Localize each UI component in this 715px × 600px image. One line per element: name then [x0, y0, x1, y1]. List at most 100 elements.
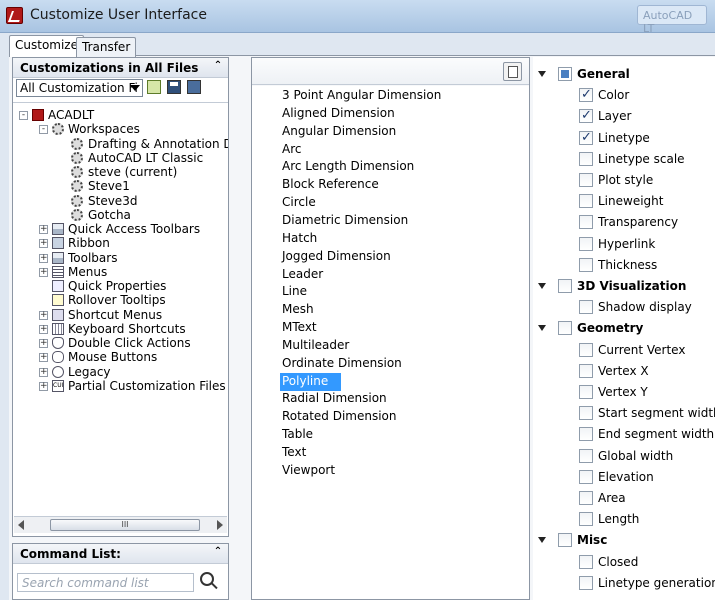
tree-node[interactable]: + Shortcut Menus [13, 308, 228, 322]
object-type-item[interactable]: Text [280, 444, 308, 462]
object-type-item[interactable]: Circle [280, 194, 318, 212]
property-item[interactable]: Plot style [533, 170, 715, 191]
expand-node-icon[interactable]: + [39, 353, 48, 363]
property-group[interactable]: General [533, 64, 715, 85]
tree-node[interactable]: Gotcha [13, 208, 228, 222]
object-type-item[interactable]: Hatch [280, 230, 319, 248]
object-type-item[interactable]: Mesh [280, 301, 316, 319]
collapse-arrow-icon[interactable] [538, 325, 546, 332]
collapse-arrow-icon[interactable] [538, 537, 546, 544]
property-group[interactable]: Misc [533, 530, 715, 551]
tree-node[interactable]: + Double Click Actions [13, 336, 228, 350]
tree-node[interactable]: + Quick Access Toolbars [13, 222, 228, 236]
property-checkbox[interactable] [579, 106, 593, 126]
group-checkbox[interactable] [558, 279, 572, 293]
search-command-input[interactable]: Search command list [17, 573, 194, 592]
property-checkbox[interactable] [579, 406, 593, 421]
tree-node[interactable]: Steve3d [13, 194, 228, 208]
property-checkbox[interactable] [579, 469, 593, 484]
property-item[interactable]: Thickness [533, 255, 715, 276]
tab-customize[interactable]: Customize [9, 35, 84, 57]
edit-object-types-icon[interactable] [503, 62, 522, 81]
object-type-item[interactable]: Diametric Dimension [280, 212, 410, 230]
property-checkbox[interactable] [579, 427, 593, 442]
expand-node-icon[interactable]: + [39, 253, 48, 263]
object-type-item[interactable]: Block Reference [280, 176, 381, 194]
tab-transfer[interactable]: Transfer [76, 37, 137, 57]
tree-node[interactable]: + Toolbars [13, 251, 228, 265]
property-checkbox[interactable] [579, 236, 593, 251]
object-type-item[interactable]: Arc Length Dimension [280, 158, 416, 176]
object-type-item[interactable]: Line [280, 283, 309, 301]
expand-node-icon[interactable]: + [39, 339, 48, 348]
property-checkbox[interactable] [579, 342, 593, 357]
save-icon[interactable] [167, 80, 181, 94]
collapse-arrow-icon[interactable] [538, 71, 546, 77]
tree-node[interactable]: Steve1 [13, 179, 228, 193]
property-item[interactable]: Area [533, 488, 715, 509]
object-type-item[interactable]: Aligned Dimension [280, 105, 397, 123]
property-checkbox[interactable] [579, 128, 593, 148]
property-item[interactable]: Hyperlink [533, 234, 715, 255]
object-type-item[interactable]: Rotated Dimension [280, 408, 399, 426]
tree-node[interactable]: + Ribbon [13, 236, 228, 250]
tree-node[interactable]: Drafting & Annotation Defa [13, 137, 228, 151]
open-file-icon[interactable] [147, 80, 161, 94]
expand-node-icon[interactable]: + [39, 367, 48, 377]
object-type-item[interactable]: Multileader [280, 337, 351, 355]
property-item[interactable]: Color [533, 85, 715, 106]
property-item[interactable]: Layer [533, 106, 715, 127]
tree-node[interactable]: - Workspaces [13, 122, 228, 136]
group-checkbox[interactable] [558, 67, 572, 81]
group-checkbox[interactable] [558, 533, 572, 548]
tree-node[interactable]: + Keyboard Shortcuts [13, 322, 228, 336]
object-type-item[interactable]: Radial Dimension [280, 390, 389, 408]
property-item[interactable]: Elevation [533, 467, 715, 488]
collapse-chevron-icon[interactable]: ⌃ [212, 61, 224, 73]
expand-node-icon[interactable]: + [39, 239, 48, 249]
save-all-icon[interactable] [187, 80, 201, 94]
scroll-thumb[interactable]: III [50, 519, 200, 531]
tree-node[interactable]: Quick Properties [13, 279, 228, 293]
property-group[interactable]: Geometry [533, 318, 715, 339]
property-checkbox[interactable] [579, 173, 593, 187]
object-type-item[interactable]: Polyline [280, 372, 341, 391]
object-type-item[interactable]: MText [280, 319, 319, 337]
property-checkbox[interactable] [579, 85, 593, 105]
tree-node[interactable]: + Mouse Buttons [13, 350, 228, 364]
expand-node-icon[interactable]: + [39, 381, 48, 391]
property-checkbox[interactable] [579, 363, 593, 378]
property-checkbox[interactable] [579, 151, 593, 166]
property-item[interactable]: Closed [533, 552, 715, 573]
property-item[interactable]: Global width [533, 446, 715, 467]
tree-node[interactable]: Rollover Tooltips [13, 293, 228, 307]
tree-node[interactable]: steve (current) [13, 165, 228, 179]
object-type-item[interactable]: Jogged Dimension [280, 248, 393, 266]
property-checkbox[interactable] [579, 215, 593, 230]
property-checkbox[interactable] [579, 385, 593, 399]
tree-node[interactable]: + CUI Partial Customization Files [13, 379, 228, 393]
property-item[interactable]: Length [533, 509, 715, 530]
property-item[interactable]: Vertex X [533, 361, 715, 382]
property-checkbox[interactable] [579, 512, 593, 527]
collapse-arrow-icon[interactable] [538, 283, 546, 289]
property-item[interactable]: Linetype scale [533, 149, 715, 170]
expand-node-icon[interactable]: + [39, 267, 48, 277]
property-item[interactable]: Current Vertex [533, 340, 715, 361]
property-checkbox[interactable] [579, 491, 593, 505]
object-type-item[interactable]: Ordinate Dimension [280, 355, 404, 373]
tree-node[interactable]: + Menus [13, 265, 228, 279]
tree-node[interactable]: AutoCAD LT Classic [13, 151, 228, 165]
tree-node[interactable]: + Legacy [13, 365, 228, 379]
property-checkbox[interactable] [579, 300, 593, 315]
customization-file-select[interactable]: All Customization Fi [16, 79, 143, 97]
property-item[interactable]: Linetype generation [533, 573, 715, 594]
expand-node-icon[interactable]: + [39, 225, 48, 234]
object-type-item[interactable]: Viewport [280, 462, 337, 480]
property-group[interactable]: 3D Visualization [533, 276, 715, 297]
collapse-chevron-icon[interactable]: ⌃ [212, 547, 224, 559]
scroll-left-icon[interactable] [18, 520, 24, 530]
property-checkbox[interactable] [579, 194, 593, 209]
property-checkbox[interactable] [579, 257, 593, 272]
property-checkbox[interactable] [579, 575, 593, 590]
